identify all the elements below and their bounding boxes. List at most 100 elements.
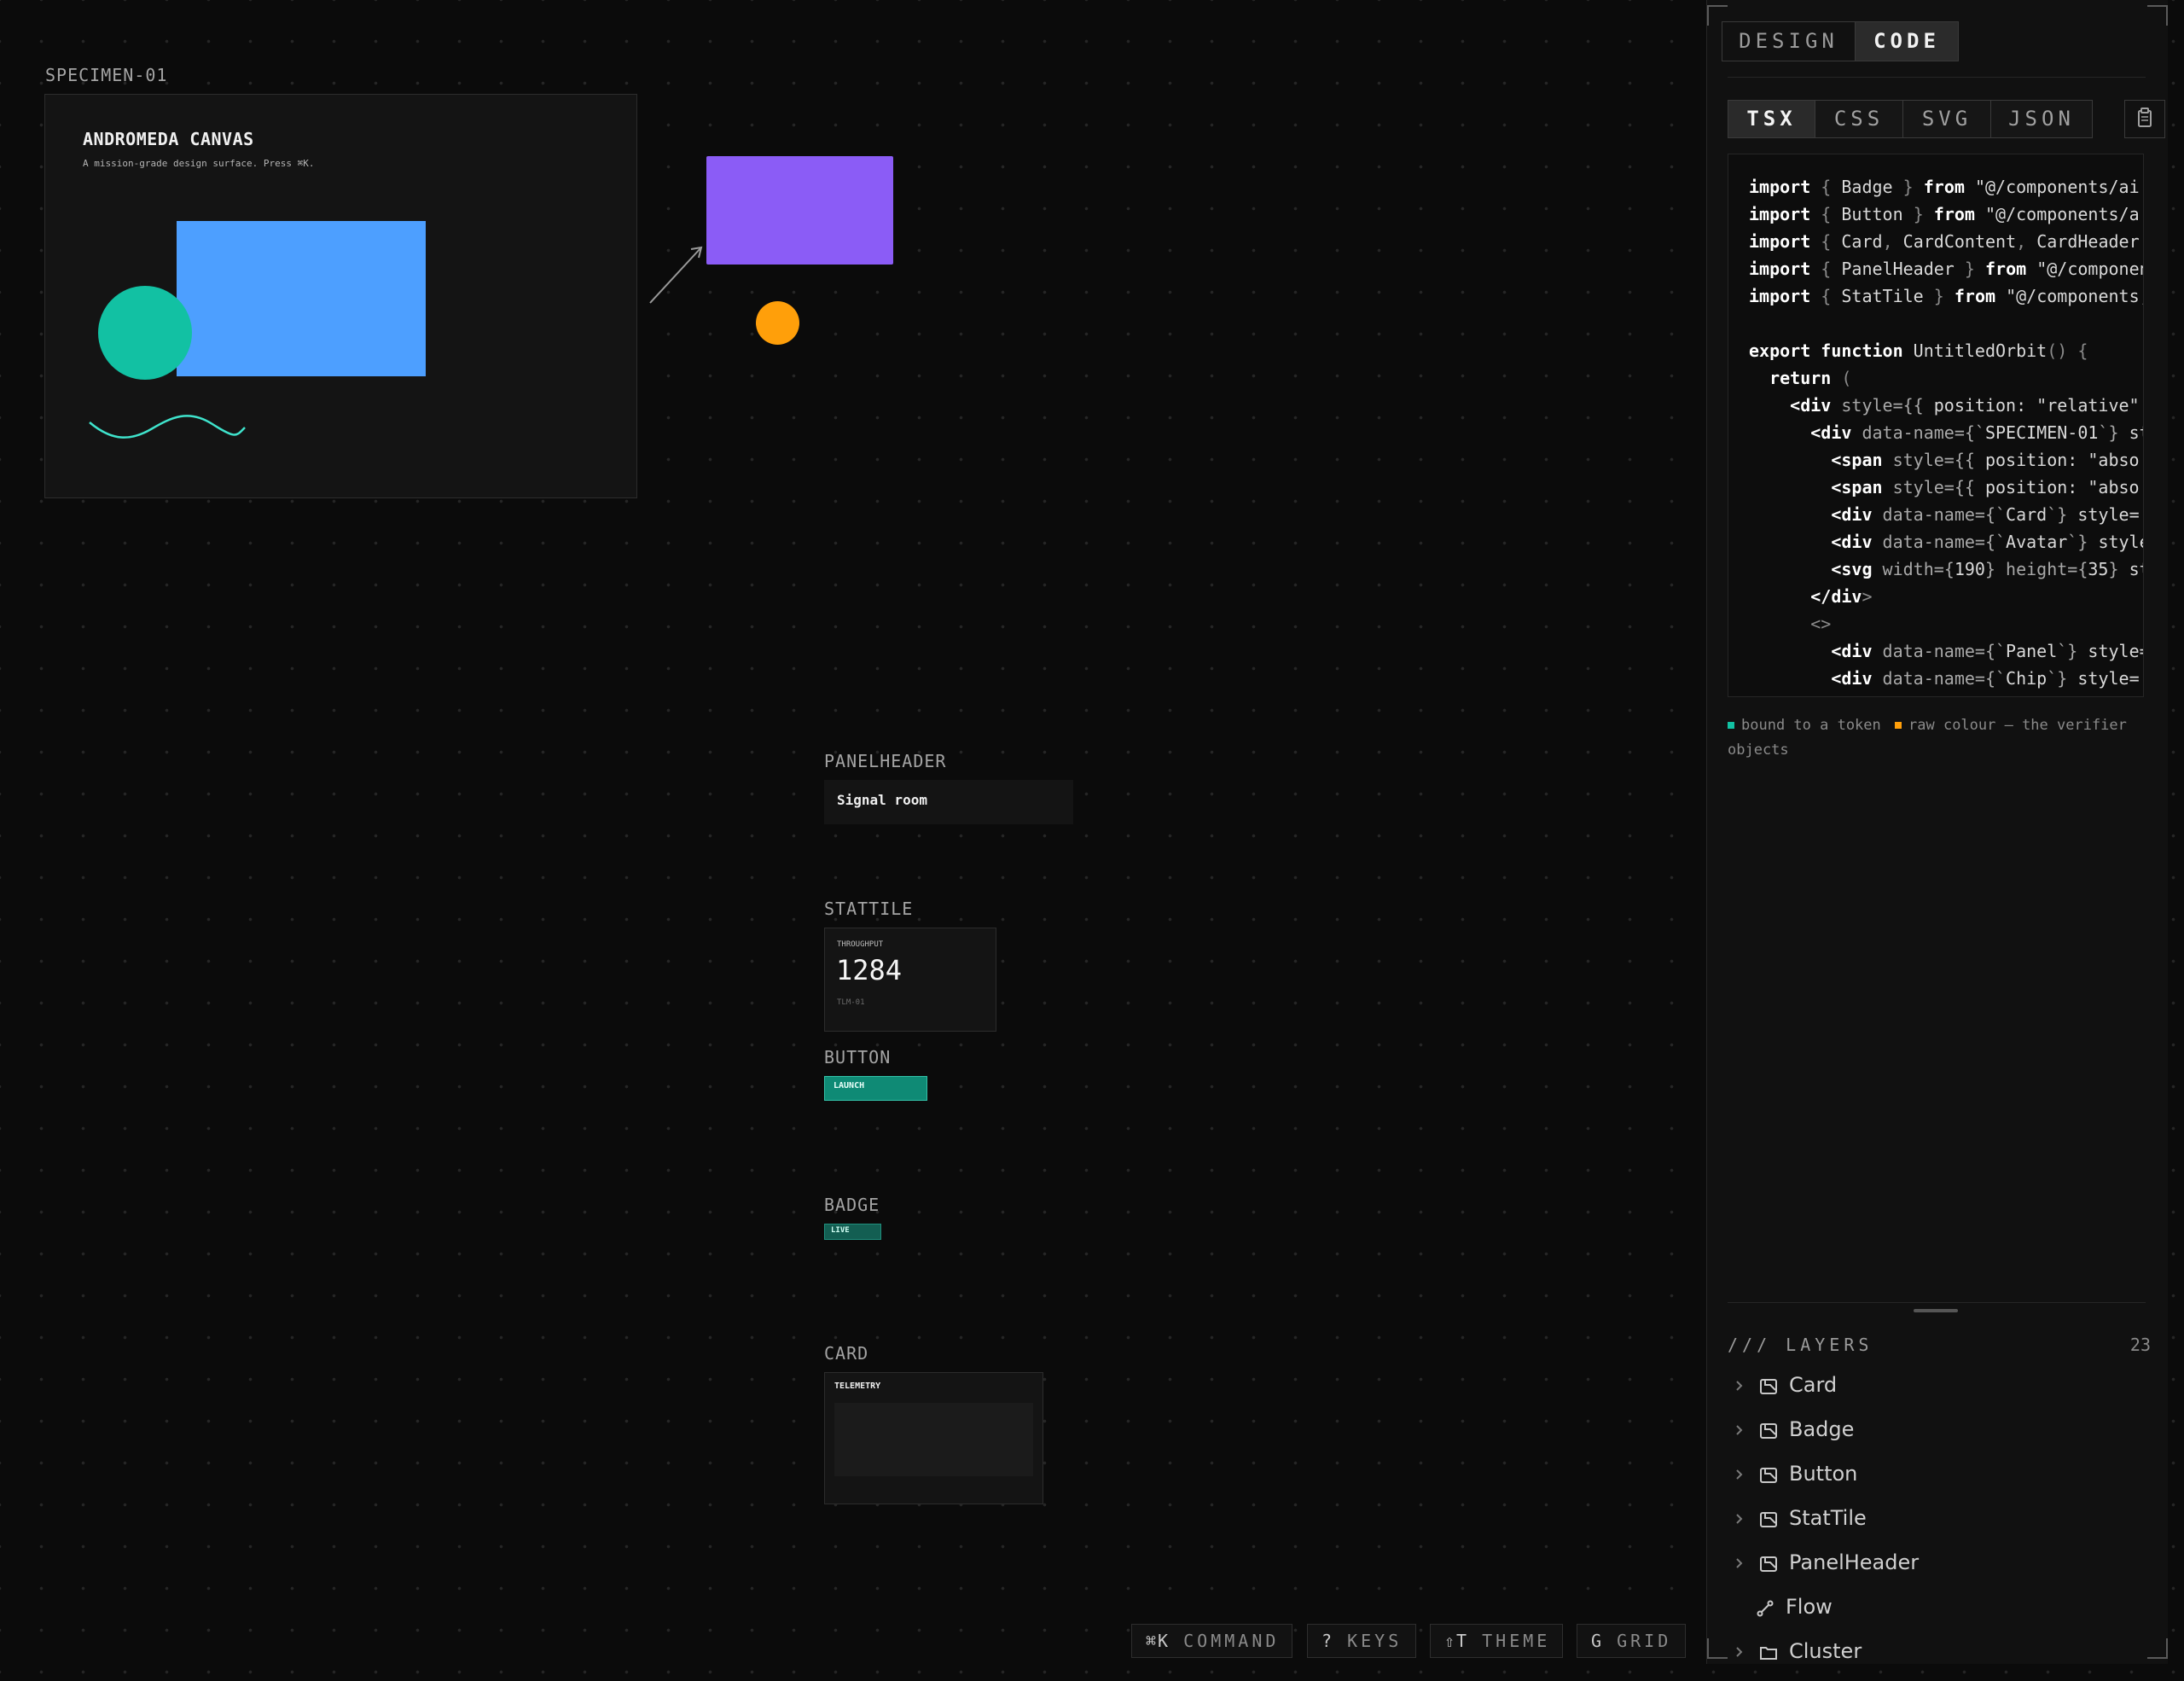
keys-button[interactable]: ? KEYS — [1307, 1624, 1416, 1658]
code-line: <div data-name={`Chip`} style= — [1831, 668, 2140, 689]
raw-swatch — [1895, 722, 1902, 729]
badge-label: BADGE — [824, 1195, 880, 1215]
resize-handle[interactable] — [1914, 1309, 1958, 1312]
keys-label: KEYS — [1347, 1631, 1403, 1651]
layer-item-card[interactable]: Card — [1728, 1370, 2146, 1405]
command-key: ⌘K — [1146, 1631, 1170, 1651]
grid-button[interactable]: G GRID — [1577, 1624, 1686, 1658]
corner-mark — [2147, 5, 2168, 26]
layer-name: Card — [1789, 1373, 1838, 1397]
card-label: CARD — [824, 1343, 869, 1364]
layer-name: Badge — [1789, 1417, 1855, 1441]
component-icon — [1760, 1512, 1777, 1527]
chevron-right-icon[interactable] — [1731, 1420, 1748, 1440]
teal-circle-shape[interactable] — [98, 286, 192, 380]
canvas-title: ANDROMEDA CANVAS — [83, 129, 254, 149]
chevron-right-icon[interactable] — [1731, 1509, 1748, 1529]
component-icon — [1760, 1379, 1777, 1394]
legend-token: bound to a token — [1741, 717, 1881, 734]
theme-key: ⇧T — [1444, 1631, 1469, 1651]
stattile-component[interactable]: THROUGHPUT 1284 TLM-01 — [824, 928, 996, 1032]
code-legend: bound to a token raw colour — the verifi… — [1728, 713, 2129, 763]
purple-rectangle-shape[interactable] — [706, 156, 893, 265]
layer-item-panelheader[interactable]: PanelHeader — [1728, 1548, 2146, 1582]
theme-button[interactable]: ⇧T THEME — [1430, 1624, 1563, 1658]
layer-name: StatTile — [1789, 1506, 1867, 1530]
code-line: import { PanelHeader } from "@/componen — [1749, 259, 2144, 279]
panelheader-text: Signal room — [837, 792, 927, 808]
chevron-right-icon[interactable] — [1731, 1376, 1748, 1396]
tab-code[interactable]: CODE — [1855, 21, 1959, 61]
code-viewer[interactable]: import { Badge } from "@/components/ai i… — [1728, 154, 2144, 697]
grid-label: GRID — [1617, 1631, 1672, 1651]
component-icon — [1760, 1423, 1777, 1439]
chevron-right-icon[interactable] — [1731, 1464, 1748, 1485]
code-line: import { Badge } from "@/components/ai — [1749, 177, 2140, 197]
layer-name: Cluster — [1789, 1639, 1862, 1663]
connector-icon — [1757, 1600, 1774, 1617]
tab-svg[interactable]: SVG — [1902, 100, 1991, 138]
theme-label: THEME — [1482, 1631, 1551, 1651]
button-label: BUTTON — [824, 1047, 892, 1067]
panelheader-label: PANELHEADER — [824, 751, 947, 771]
code-line: <div data-name={`SPECIMEN-01`} st — [1810, 422, 2143, 443]
orange-circle-shape[interactable] — [756, 301, 799, 345]
corner-mark — [2147, 1638, 2168, 1659]
stattile-label: STATTILE — [824, 899, 914, 919]
layer-item-flow[interactable]: Flow — [1728, 1592, 2146, 1626]
layer-name: Button — [1789, 1462, 1858, 1486]
code-line: import { StatTile } from "@/components, — [1749, 286, 2144, 306]
chevron-right-icon[interactable] — [1731, 1553, 1748, 1573]
code-line: <div style={{ position: "relative" — [1790, 395, 2140, 416]
command-button[interactable]: ⌘K COMMAND — [1131, 1624, 1292, 1658]
copy-code-button[interactable] — [2124, 100, 2165, 138]
connector-arrow[interactable] — [642, 239, 710, 307]
code-line: <div data-name={`Avatar`} style — [1831, 532, 2143, 552]
panelheader-component[interactable]: Signal room — [824, 780, 1073, 824]
clipboard-icon — [2138, 108, 2152, 127]
keys-key: ? — [1321, 1631, 1334, 1651]
component-icon — [1760, 1468, 1777, 1483]
divider — [1728, 77, 2146, 78]
card-component[interactable]: TELEMETRY — [824, 1372, 1043, 1504]
code-line: <span style={{ position: "abso — [1831, 477, 2140, 497]
code-line: return ( — [1769, 368, 1852, 388]
code-line: <div data-name={`Panel`} style= — [1831, 641, 2144, 661]
stattile-value: 1284 — [836, 954, 903, 986]
specimen-label: SPECIMEN-01 — [45, 65, 168, 85]
component-icon — [1760, 1556, 1777, 1572]
stattile-caption: THROUGHPUT — [837, 940, 884, 949]
tab-design[interactable]: DESIGN — [1722, 21, 1856, 61]
tab-css[interactable]: CSS — [1815, 100, 1903, 138]
chevron-right-icon[interactable] — [1731, 1642, 1748, 1662]
layers-title: /// LAYERS — [1728, 1335, 1873, 1355]
specimen-frame[interactable]: ANDROMEDA CANVAS A mission-grade design … — [44, 94, 637, 498]
code-line: import { Card, CardContent, CardHeader — [1749, 231, 2140, 252]
layer-name: PanelHeader — [1789, 1550, 1920, 1574]
code-line: import { Button } from "@/components/a — [1749, 204, 2140, 224]
layer-item-stattile[interactable]: StatTile — [1728, 1504, 2146, 1538]
wave-line-shape[interactable] — [86, 412, 248, 442]
layer-item-cluster[interactable]: Cluster — [1728, 1637, 2146, 1671]
card-title: TELEMETRY — [834, 1381, 881, 1391]
inspector-panel: DESIGN CODE TSX CSS SVG JSON import { Ba… — [1706, 0, 2168, 1664]
corner-mark — [1707, 1638, 1728, 1659]
code-line: <svg width={190} height={35} st — [1831, 559, 2143, 579]
layers-count: 23 — [2129, 1335, 2151, 1355]
code-line: </div> — [1810, 586, 1873, 607]
canvas-subtitle: A mission-grade design surface. Press ⌘K… — [83, 158, 315, 169]
blue-rectangle-shape[interactable] — [177, 221, 426, 376]
code-line: <span style={{ position: "abso — [1831, 450, 2140, 470]
live-badge[interactable]: LIVE — [824, 1224, 881, 1240]
card-body — [834, 1403, 1033, 1476]
tab-tsx[interactable]: TSX — [1728, 100, 1815, 138]
launch-button[interactable]: LAUNCH — [824, 1076, 927, 1101]
layer-item-badge[interactable]: Badge — [1728, 1415, 2146, 1449]
folder-icon — [1760, 1647, 1777, 1660]
tab-json[interactable]: JSON — [1990, 100, 2093, 138]
code-line: export function UntitledOrbit() { — [1749, 340, 2088, 361]
command-label: COMMAND — [1183, 1631, 1280, 1651]
layer-item-button[interactable]: Button — [1728, 1459, 2146, 1493]
divider — [1728, 1302, 2146, 1303]
code-line: <div data-name={`Card`} style= — [1831, 504, 2140, 525]
